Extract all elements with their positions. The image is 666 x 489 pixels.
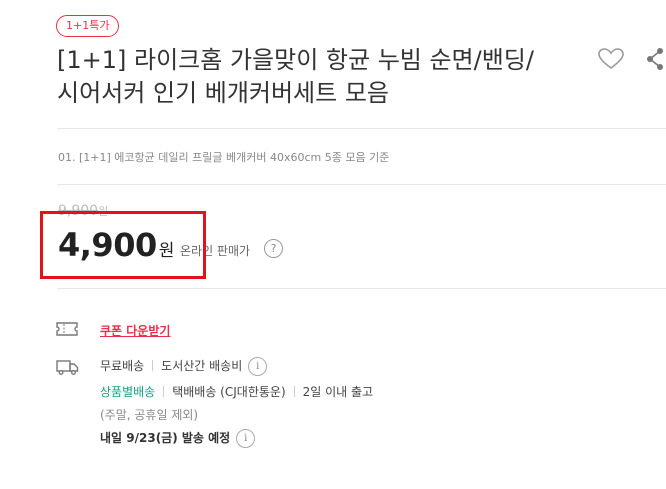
- courier-label: 택배배송 (CJ대한통운): [172, 385, 286, 399]
- shipping-fee-row: 무료배송 도서산간 배송비 i: [100, 357, 268, 376]
- weekend-note: (주말, 공휴일 제외): [100, 408, 199, 422]
- lead-time-label: 2일 이내 출고: [302, 385, 374, 399]
- product-title-line-2: 시어서커 인기 베개커버세트 모음: [57, 79, 390, 107]
- divider: [57, 128, 666, 129]
- divider: [57, 288, 666, 289]
- ticket-icon: [56, 322, 78, 336]
- remote-area-fee-label: 도서산간 배송비: [161, 359, 243, 373]
- coupon-download-link[interactable]: 쿠폰 다운받기: [100, 322, 170, 339]
- product-title-line-1: [1+1] 라이크홈 가을맞이 항균 누빔 순면/밴딩/: [57, 46, 534, 74]
- info-icon[interactable]: i: [236, 429, 256, 448]
- dispatch-row: 내일 9/23(금) 발송 예정 i: [100, 429, 256, 448]
- price-highlight-box: [40, 211, 206, 279]
- free-shipping-label: 무료배송: [100, 359, 145, 373]
- info-icon[interactable]: i: [248, 357, 268, 376]
- truck-icon: [56, 360, 79, 375]
- separator: [293, 386, 295, 397]
- heart-icon[interactable]: [598, 48, 624, 70]
- special-offer-badge: 1+1특가: [56, 15, 120, 37]
- divider: [57, 184, 666, 185]
- option-basis-text: 01. [1+1] 에코항균 데일리 프릴글 베개커버 40x60cm 5종 모…: [58, 151, 390, 164]
- share-icon[interactable]: [644, 47, 666, 71]
- separator: [163, 386, 165, 397]
- separator: [152, 360, 154, 371]
- product-title: [1+1] 라이크홈 가을맞이 항균 누빔 순면/밴딩/ 시어서커 인기 베개커…: [57, 44, 577, 110]
- dispatch-date-label: 내일 9/23(금) 발송 예정: [100, 431, 231, 445]
- help-icon[interactable]: ?: [264, 239, 283, 258]
- per-product-shipping-label: 상품별배송: [100, 385, 156, 399]
- shipping-method-row: 상품별배송 택배배송 (CJ대한통운) 2일 이내 출고: [100, 383, 373, 400]
